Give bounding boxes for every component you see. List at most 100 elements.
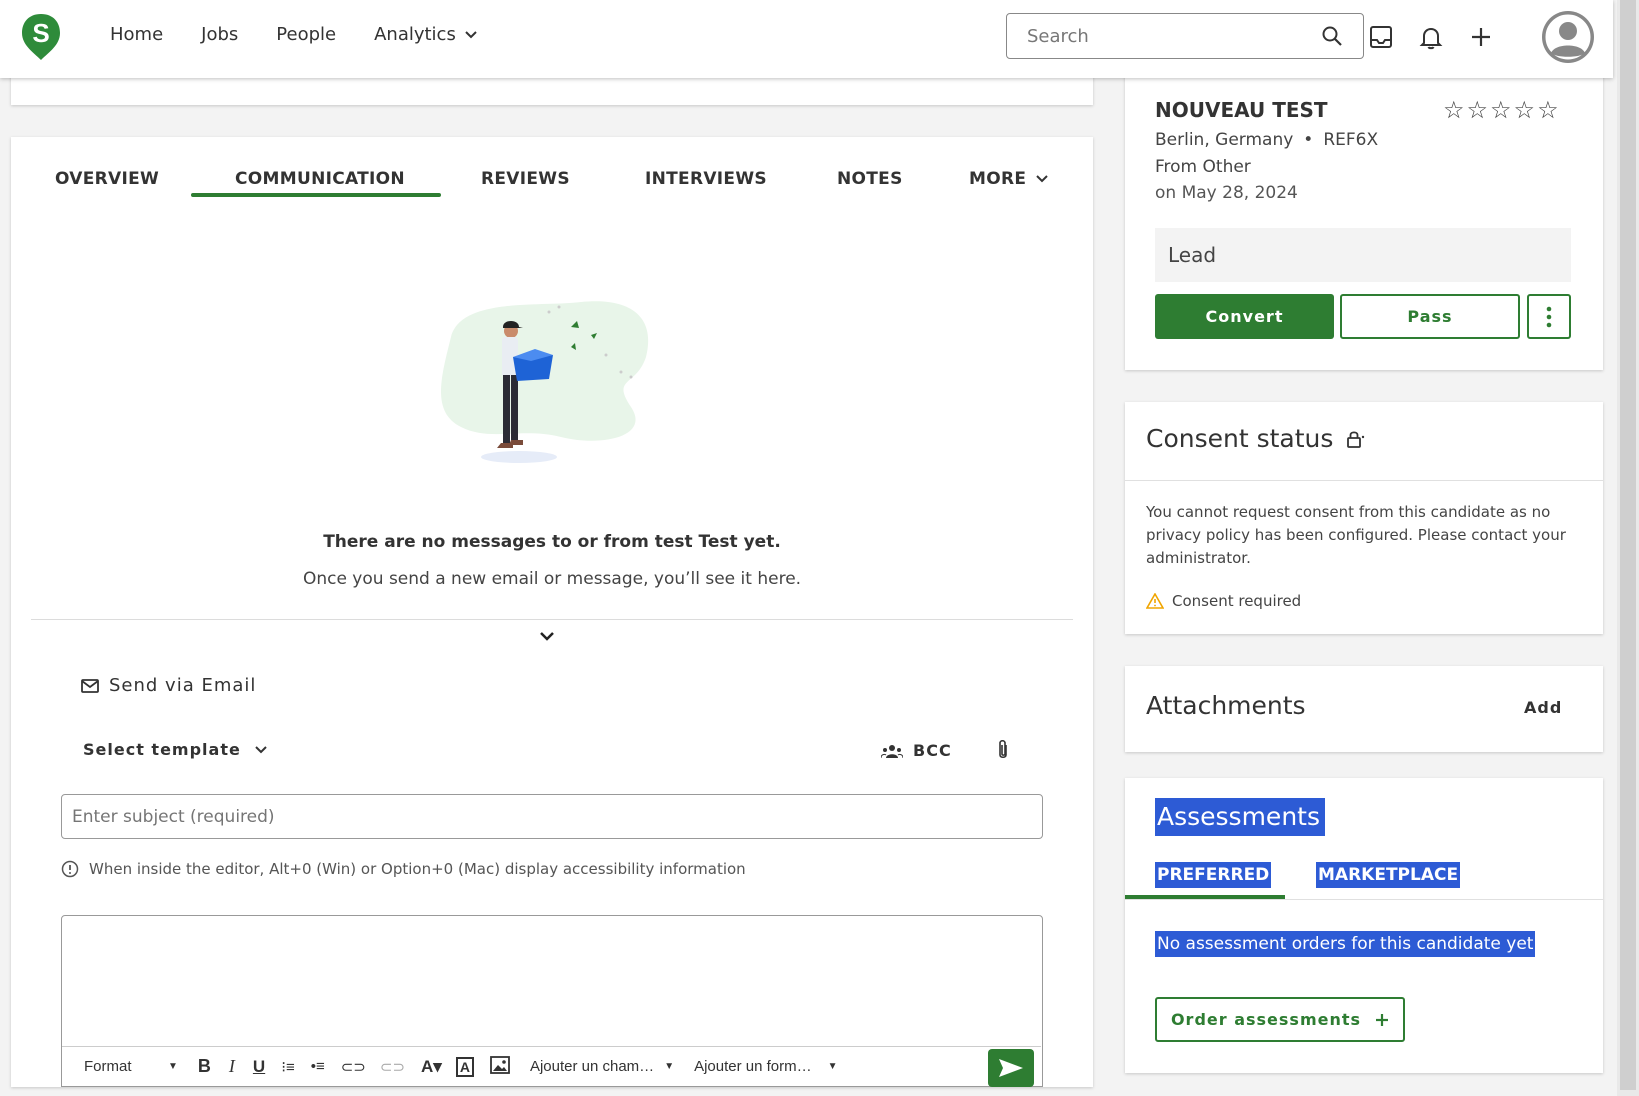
tab-preferred[interactable]: PREFERRED [1155, 862, 1272, 888]
insert-form-dropdown[interactable]: Ajouter un form… [694, 1058, 812, 1075]
candidate-date: on May 28, 2024 [1155, 183, 1298, 203]
add-attachment-button[interactable]: Add [1524, 698, 1562, 717]
plus-icon [1376, 1013, 1389, 1026]
page-scrollbar[interactable] [1617, 0, 1639, 1096]
tab-reviews[interactable]: REVIEWS [481, 169, 570, 189]
select-template-dropdown[interactable]: Select template [83, 740, 267, 759]
caret-down-icon: ▼ [827, 1061, 838, 1072]
star-icon[interactable]: ☆ [1443, 96, 1465, 124]
inbox-icon[interactable] [1366, 22, 1396, 52]
collapse-chevron[interactable] [539, 627, 555, 646]
separator-dot: • [1303, 130, 1314, 150]
lock-icon [1347, 430, 1365, 448]
order-assessments-button[interactable]: Order assessments [1155, 997, 1405, 1042]
chevron-down-icon [1036, 175, 1048, 183]
user-avatar[interactable] [1542, 11, 1594, 63]
numbered-list-icon[interactable]: ⁝≡ [281, 1058, 295, 1076]
tab-more-label: MORE [969, 169, 1027, 189]
caret-down-icon: ▼ [168, 1061, 178, 1072]
accessibility-hint-text: When inside the editor, Alt+0 (Win) or O… [89, 860, 746, 878]
app-logo[interactable]: S [20, 12, 62, 62]
scrollbar-thumb[interactable] [1620, 0, 1636, 1090]
section-divider [31, 619, 1073, 620]
bell-icon[interactable] [1416, 22, 1446, 52]
pass-button[interactable]: Pass [1340, 294, 1520, 339]
consent-warning-text: Consent required [1172, 592, 1302, 610]
assessments-tabs-divider [1125, 899, 1603, 900]
message-editor[interactable]: Format ▼ B I U ⁝≡ •≡ ⊂⊃ ⊂⊃ A▾ A Ajouter … [61, 915, 1043, 1087]
star-icon[interactable]: ☆ [1537, 96, 1559, 124]
consent-warning: Consent required [1146, 592, 1301, 610]
image-icon[interactable] [490, 1055, 510, 1078]
star-icon[interactable]: ☆ [1490, 96, 1512, 124]
communication-card: OVERVIEW COMMUNICATION REVIEWS INTERVIEW… [11, 137, 1093, 1087]
empty-state-title: There are no messages to or from test Te… [323, 532, 781, 552]
tab-communication[interactable]: COMMUNICATION [235, 169, 405, 189]
tab-interviews[interactable]: INTERVIEWS [645, 169, 767, 189]
unlink-icon[interactable]: ⊂⊃ [380, 1058, 405, 1076]
user-icon [1542, 11, 1594, 63]
bcc-button[interactable]: BCC [881, 741, 952, 760]
bcc-label: BCC [913, 741, 952, 760]
star-icon[interactable]: ☆ [1514, 96, 1536, 124]
top-navigation-bar: S Home Jobs People Analytics [0, 0, 1613, 78]
subject-input[interactable] [61, 794, 1043, 839]
empty-messages-illustration [431, 297, 671, 477]
search-box [1006, 13, 1364, 59]
paperclip-icon [999, 739, 1007, 759]
tab-overview[interactable]: OVERVIEW [55, 169, 159, 189]
consent-message: You cannot request consent from this can… [1146, 503, 1566, 567]
underline-icon[interactable]: U [253, 1057, 265, 1077]
candidate-ref: REF6X [1323, 130, 1379, 150]
nav-home[interactable]: Home [110, 24, 163, 45]
info-icon [61, 860, 79, 878]
send-button[interactable] [988, 1049, 1034, 1087]
attachments-card: Attachments Add [1125, 666, 1603, 752]
more-actions-button[interactable] [1527, 294, 1571, 339]
nav-jobs[interactable]: Jobs [201, 24, 238, 45]
star-rating[interactable]: ☆ ☆ ☆ ☆ ☆ [1443, 96, 1559, 124]
candidate-source: From Other [1155, 157, 1251, 177]
bold-icon[interactable]: B [198, 1056, 211, 1077]
background-color-icon[interactable]: A [455, 1056, 474, 1077]
candidate-name: NOUVEAU TEST [1155, 98, 1328, 122]
attach-file-button[interactable] [996, 739, 1010, 765]
nav-analytics[interactable]: Analytics [374, 24, 478, 45]
insert-field-dropdown[interactable]: Ajouter un cham… [530, 1058, 654, 1075]
envelope-icon [81, 678, 99, 693]
search-icon[interactable] [1321, 25, 1343, 47]
send-via-email-selector[interactable]: Send via Email [81, 675, 256, 696]
assessments-title: Assessments [1155, 798, 1325, 836]
consent-status-card: Consent status You cannot request consen… [1125, 402, 1603, 634]
active-tab-indicator [191, 193, 441, 197]
star-icon[interactable]: ☆ [1467, 96, 1489, 124]
stage-status: Lead [1155, 228, 1571, 282]
consent-header: Consent status [1146, 424, 1365, 453]
attachments-title: Attachments [1146, 691, 1306, 720]
search-input[interactable] [1027, 25, 1307, 47]
italic-icon[interactable]: I [229, 1056, 235, 1077]
chevron-down-icon [465, 30, 477, 38]
warning-icon [1146, 593, 1164, 609]
tab-notes[interactable]: NOTES [837, 169, 903, 189]
format-dropdown[interactable]: Format [84, 1058, 164, 1075]
logo-letter: S [32, 18, 49, 48]
candidate-summary-card: NOUVEAU TEST ☆ ☆ ☆ ☆ ☆ Berlin, Germany •… [1125, 60, 1603, 370]
assessments-card: Assessments PREFERRED MARKETPLACE No ass… [1125, 778, 1603, 1073]
caret-down-icon: ▼ [664, 1061, 675, 1072]
nav-people[interactable]: People [276, 24, 336, 45]
chevron-down-icon [255, 745, 267, 753]
bullet-list-icon[interactable]: •≡ [311, 1058, 325, 1075]
text-color-icon[interactable]: A▾ [421, 1057, 442, 1077]
consent-divider [1125, 480, 1603, 481]
plus-icon[interactable] [1466, 22, 1496, 52]
convert-button[interactable]: Convert [1155, 294, 1334, 339]
chevron-down-icon [540, 632, 554, 641]
nav-analytics-label: Analytics [374, 24, 456, 45]
link-icon[interactable]: ⊂⊃ [341, 1058, 366, 1076]
candidate-location: Berlin, Germany [1155, 130, 1294, 150]
tab-marketplace[interactable]: MARKETPLACE [1316, 862, 1461, 888]
tab-more[interactable]: MORE [969, 169, 1048, 189]
editor-toolbar: Format ▼ B I U ⁝≡ •≡ ⊂⊃ ⊂⊃ A▾ A Ajouter … [62, 1046, 1041, 1087]
send-via-label: Send via Email [109, 675, 257, 696]
